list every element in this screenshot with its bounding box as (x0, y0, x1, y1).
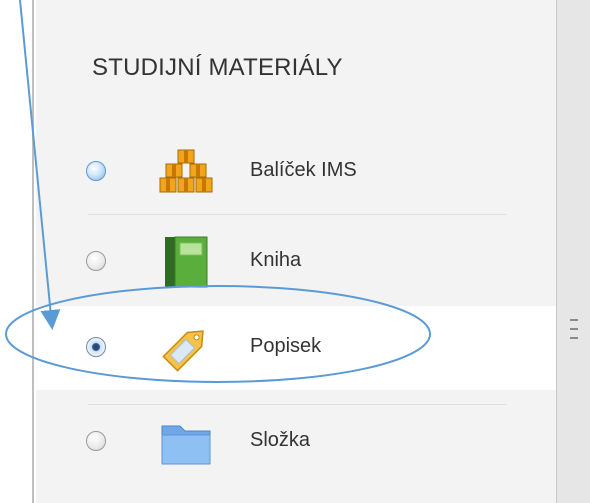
scrollbar-grip-icon[interactable] (570, 319, 578, 339)
radio-button[interactable] (86, 251, 106, 271)
radio-button[interactable] (86, 431, 106, 451)
left-page-edge (0, 0, 36, 503)
section-title: STUDIJNÍ MATERIÁLY (92, 54, 343, 81)
option-label: Balíček IMS (250, 159, 357, 181)
option-label: Kniha (250, 249, 302, 271)
label-tag-icon (162, 330, 204, 372)
radio-button[interactable] (86, 161, 106, 181)
scrollbar[interactable] (556, 0, 590, 503)
folder-icon (161, 425, 211, 465)
radio-button-checked[interactable] (86, 337, 106, 357)
option-label: Popisek (250, 335, 322, 357)
activity-option-ims-package[interactable]: Balíček IMS (36, 130, 556, 214)
ims-package-icon (159, 149, 213, 193)
divider (88, 214, 506, 215)
book-icon (165, 236, 208, 288)
option-label: Složka (250, 429, 311, 451)
activity-option-folder[interactable]: Složka (36, 400, 556, 484)
activity-option-label[interactable]: Popisek (36, 306, 556, 390)
activity-option-book[interactable]: Kniha (36, 220, 556, 304)
